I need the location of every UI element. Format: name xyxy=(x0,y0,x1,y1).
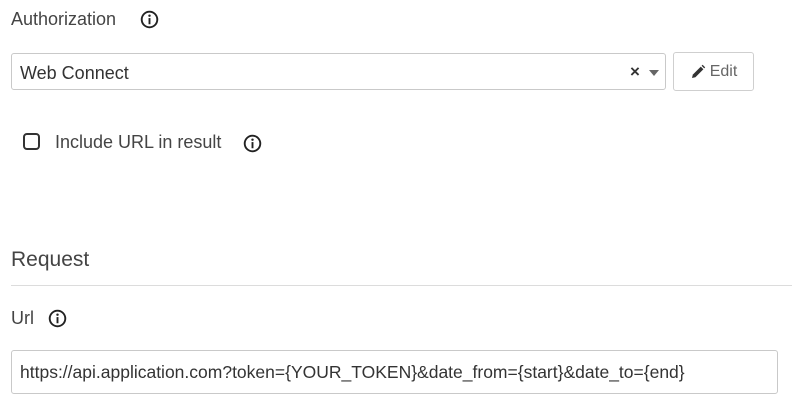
url-label: Url xyxy=(11,308,34,328)
authorization-label: Authorization xyxy=(11,9,117,29)
info-icon[interactable] xyxy=(48,309,67,328)
edit-button[interactable]: Edit xyxy=(673,52,754,91)
include-url-label[interactable]: Include URL in result xyxy=(55,132,221,152)
info-icon[interactable] xyxy=(243,134,262,153)
pencil-icon xyxy=(690,64,706,80)
section-divider xyxy=(11,285,792,286)
clear-x-icon[interactable]: × xyxy=(630,63,640,81)
authorization-select[interactable]: Web Connect × xyxy=(11,53,666,90)
url-input[interactable] xyxy=(11,350,778,394)
info-icon[interactable] xyxy=(140,10,159,29)
request-section-heading: Request xyxy=(11,248,90,271)
caret-down-icon[interactable] xyxy=(649,70,659,76)
edit-button-label: Edit xyxy=(709,62,738,80)
include-url-checkbox[interactable] xyxy=(23,133,40,150)
authorization-selected-value: Web Connect xyxy=(20,63,129,83)
